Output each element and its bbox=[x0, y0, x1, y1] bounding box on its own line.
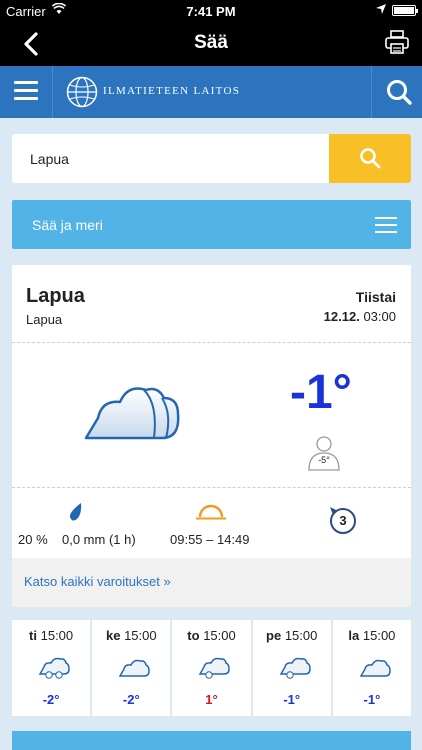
forecast-time: 15:00 bbox=[362, 628, 396, 643]
search-input[interactable] bbox=[12, 134, 330, 183]
cloud-icon bbox=[118, 659, 150, 677]
sun-icon bbox=[196, 504, 226, 520]
forecast-temperature: -2° bbox=[42, 692, 60, 707]
current-weather-card: Lapua Lapua Tiistai 12.12. 03:00 -1° -5°… bbox=[12, 265, 411, 607]
search-button[interactable] bbox=[329, 134, 411, 183]
category-label: Sää ja meri bbox=[32, 217, 103, 233]
snow-cloud-icon bbox=[279, 657, 311, 679]
category-selector[interactable]: Sää ja meri bbox=[12, 200, 411, 249]
divider bbox=[12, 487, 411, 488]
forecast-temperature: -2° bbox=[122, 692, 140, 707]
clock: 7:41 PM bbox=[186, 4, 236, 19]
forecast-weekday: to bbox=[187, 628, 200, 643]
cloudy-icon bbox=[84, 387, 180, 440]
forecast-day: ti 15:00 bbox=[12, 628, 90, 643]
search-icon bbox=[360, 148, 381, 169]
forecast-day: to 15:00 bbox=[172, 628, 250, 643]
feels-like-person-icon bbox=[308, 436, 340, 471]
battery-icon bbox=[392, 5, 418, 16]
forecast-weekday: ke bbox=[105, 628, 121, 643]
cloud-icon bbox=[359, 659, 391, 677]
hamburger-icon[interactable] bbox=[14, 81, 38, 101]
feels-like-value: -5° bbox=[318, 455, 330, 465]
location-arrow-icon bbox=[376, 4, 386, 14]
location-region: Lapua bbox=[26, 312, 63, 327]
next-section-header[interactable] bbox=[12, 731, 411, 750]
forecast-day: pe 15:00 bbox=[253, 628, 331, 643]
snow-cloud-icon bbox=[38, 657, 70, 679]
forecast-time: 15:00 bbox=[284, 628, 318, 643]
wind-speed: 3 bbox=[339, 513, 347, 528]
forecast-time: 15:00 bbox=[203, 628, 236, 643]
location-search-field[interactable] bbox=[12, 134, 330, 183]
date-time: 12.12. 03:00 bbox=[324, 309, 396, 324]
date: 12.12. bbox=[323, 309, 360, 324]
divider bbox=[52, 66, 53, 118]
warnings-link[interactable]: Katso kaikki varoitukset » bbox=[24, 574, 171, 589]
forecast-time: 15:00 bbox=[40, 628, 74, 643]
printer-icon[interactable] bbox=[384, 29, 410, 55]
time: 03:00 bbox=[363, 309, 396, 324]
forecast-item[interactable]: ke 15:00 -2° bbox=[92, 620, 171, 716]
forecast-day: ke 15:00 bbox=[92, 628, 170, 643]
forecast-weekday: la bbox=[348, 628, 360, 643]
current-temperature: -1° bbox=[290, 366, 352, 419]
raindrop-icon bbox=[69, 503, 82, 521]
forecast-weekday: pe bbox=[266, 628, 282, 643]
search-icon[interactable] bbox=[385, 78, 413, 106]
brand-name[interactable]: ILMATIETEEN LAITOS bbox=[103, 85, 240, 97]
forecast-temperature: 1° bbox=[205, 692, 218, 707]
divider bbox=[12, 342, 411, 343]
app-header: ILMATIETEEN LAITOS bbox=[0, 66, 422, 118]
forecast-temperature: -1° bbox=[283, 692, 301, 707]
divider bbox=[371, 66, 372, 118]
page-title: Sää bbox=[194, 32, 228, 53]
top-bar: Carrier 7:41 PM Sää bbox=[0, 0, 422, 66]
precipitation-amount: 0,0 mm (1 h) bbox=[62, 532, 136, 547]
forecast-item[interactable]: to 15:00 1° bbox=[172, 620, 251, 716]
globe-logo-icon[interactable] bbox=[66, 76, 98, 108]
forecast-weekday: ti bbox=[29, 628, 37, 643]
snow-cloud-icon bbox=[199, 657, 231, 679]
weekday: Tiistai bbox=[355, 289, 396, 305]
precipitation-probability: 20 % bbox=[18, 532, 48, 547]
forecast-time: 15:00 bbox=[124, 628, 157, 643]
forecast-item[interactable]: ti 15:00 -2° bbox=[12, 620, 91, 716]
forecast-temperature: -1° bbox=[363, 692, 381, 707]
warnings-row[interactable]: Katso kaikki varoitukset » bbox=[12, 558, 411, 607]
menu-icon[interactable] bbox=[375, 217, 397, 233]
location-name: Lapua bbox=[26, 285, 85, 307]
sunrise-sunset: 09:55 – 14:49 bbox=[170, 532, 250, 547]
forecast-item[interactable]: la 15:00 -1° bbox=[332, 620, 412, 716]
forecast-item[interactable]: pe 15:00 -1° bbox=[252, 620, 331, 716]
status-bar: Carrier 7:41 PM bbox=[0, 0, 422, 22]
forecast-day: la 15:00 bbox=[333, 628, 411, 643]
forecast-strip: ti 15:00 -2° ke 15:00 -2° to 15:00 1° pe… bbox=[12, 620, 412, 716]
